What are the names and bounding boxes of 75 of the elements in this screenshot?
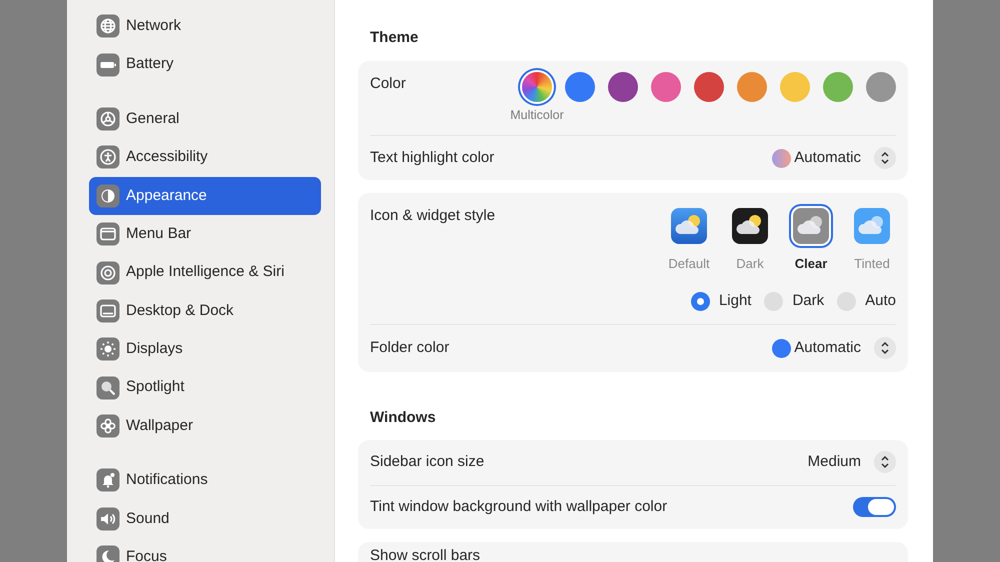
sidebar-item-label: Menu Bar <box>126 224 192 244</box>
bell-icon <box>96 468 120 492</box>
color-swatch[interactable] <box>694 72 724 102</box>
popup-value[interactable]: Medium <box>808 450 861 474</box>
color-swatch[interactable] <box>608 72 638 102</box>
sidebar-item-label: General <box>126 108 180 129</box>
setting-label: Icon & widget style <box>370 206 496 226</box>
search-icon <box>96 376 120 400</box>
swatch-label: Multicolor <box>510 107 564 124</box>
sidebar-item[interactable]: Wallpaper <box>89 406 321 446</box>
sidebar-item-label: Accessibility <box>126 147 208 168</box>
sidebar-item[interactable]: Notifications <box>89 461 321 500</box>
sidebar-item[interactable]: Network <box>89 7 321 46</box>
sun-icon <box>96 337 120 362</box>
color-dot <box>772 338 792 358</box>
moon-icon <box>96 545 120 562</box>
radio-label: Auto <box>865 291 896 312</box>
sidebar-item[interactable]: Focus <box>89 538 321 562</box>
sidebar-item-label: Notifications <box>126 470 208 490</box>
sidebar-item-label: Displays <box>126 339 183 360</box>
sidebar-item[interactable]: Apple Intelligence & Siri <box>89 253 321 292</box>
desktop-icon <box>96 298 120 323</box>
sidebar-item[interactable]: Desktop & Dock <box>89 292 321 330</box>
section-heading: Windows <box>369 408 437 428</box>
cloud-sun-icon[interactable] <box>732 208 768 244</box>
radio-button[interactable] <box>690 292 710 311</box>
color-swatch[interactable] <box>522 72 552 102</box>
color-swatch[interactable] <box>565 72 595 102</box>
color-swatch[interactable] <box>866 72 896 102</box>
section-heading: Theme <box>369 28 420 48</box>
globe-icon <box>96 14 120 38</box>
setting-label: Tint window background with wallpaper color <box>370 496 668 517</box>
radio-label: Light <box>718 291 752 312</box>
sidebar-item-label: Focus <box>126 547 167 562</box>
cloud-icon[interactable] <box>793 208 829 244</box>
sidebar-item[interactable]: Battery <box>89 45 321 84</box>
sidebar-item[interactable]: Displays <box>89 330 321 369</box>
setting-label: Sidebar icon size <box>370 452 484 472</box>
speaker-icon <box>96 506 120 531</box>
style-label: Default <box>668 255 710 273</box>
sidebar-item-label: Apple Intelligence & Siri <box>126 262 284 282</box>
sidebar-item-label: Appearance <box>126 186 207 206</box>
setting-label: Text highlight color <box>370 148 494 168</box>
sidebar-item-label: Sound <box>126 508 170 529</box>
style-label: Clear <box>794 255 828 273</box>
sidebar-item[interactable]: Sound <box>89 500 321 538</box>
sidebar-item[interactable]: Spotlight <box>89 368 321 407</box>
cloud-icon[interactable] <box>854 208 890 244</box>
sidebar-item[interactable]: Accessibility <box>89 138 321 177</box>
color-swatch[interactable] <box>651 72 681 102</box>
style-label: Tinted <box>854 255 890 273</box>
sidebar-item-label: Desktop & Dock <box>126 300 234 321</box>
sidebar-item-label: Network <box>126 16 182 36</box>
battery-icon <box>96 52 120 77</box>
flower-icon <box>96 414 120 438</box>
toggle-switch[interactable] <box>853 497 896 517</box>
accessibility-icon <box>96 145 120 170</box>
sidebar-item-label: Spotlight <box>126 377 184 398</box>
color-swatch[interactable] <box>737 72 767 102</box>
radio-label: Dark <box>792 291 824 312</box>
sidebar-item[interactable]: Menu Bar <box>89 214 321 254</box>
popup-value[interactable]: Automatic <box>794 336 861 360</box>
sidebar-item[interactable]: Appearance <box>89 176 321 215</box>
setting-label: Folder color <box>370 338 450 358</box>
sidebar-item-label: Wallpaper <box>126 416 193 436</box>
sidebar-item[interactable]: General <box>89 100 321 138</box>
color-swatch[interactable] <box>780 72 810 102</box>
sidebar-item-label: Battery <box>126 54 174 74</box>
window-icon <box>96 222 120 246</box>
popup-value[interactable]: Automatic <box>794 146 861 170</box>
color-swatch[interactable] <box>823 72 853 102</box>
style-label: Dark <box>736 255 764 273</box>
setting-label: Color <box>370 74 406 94</box>
gradient-dot <box>772 148 792 168</box>
setting-label: Show scroll bars <box>370 546 480 562</box>
